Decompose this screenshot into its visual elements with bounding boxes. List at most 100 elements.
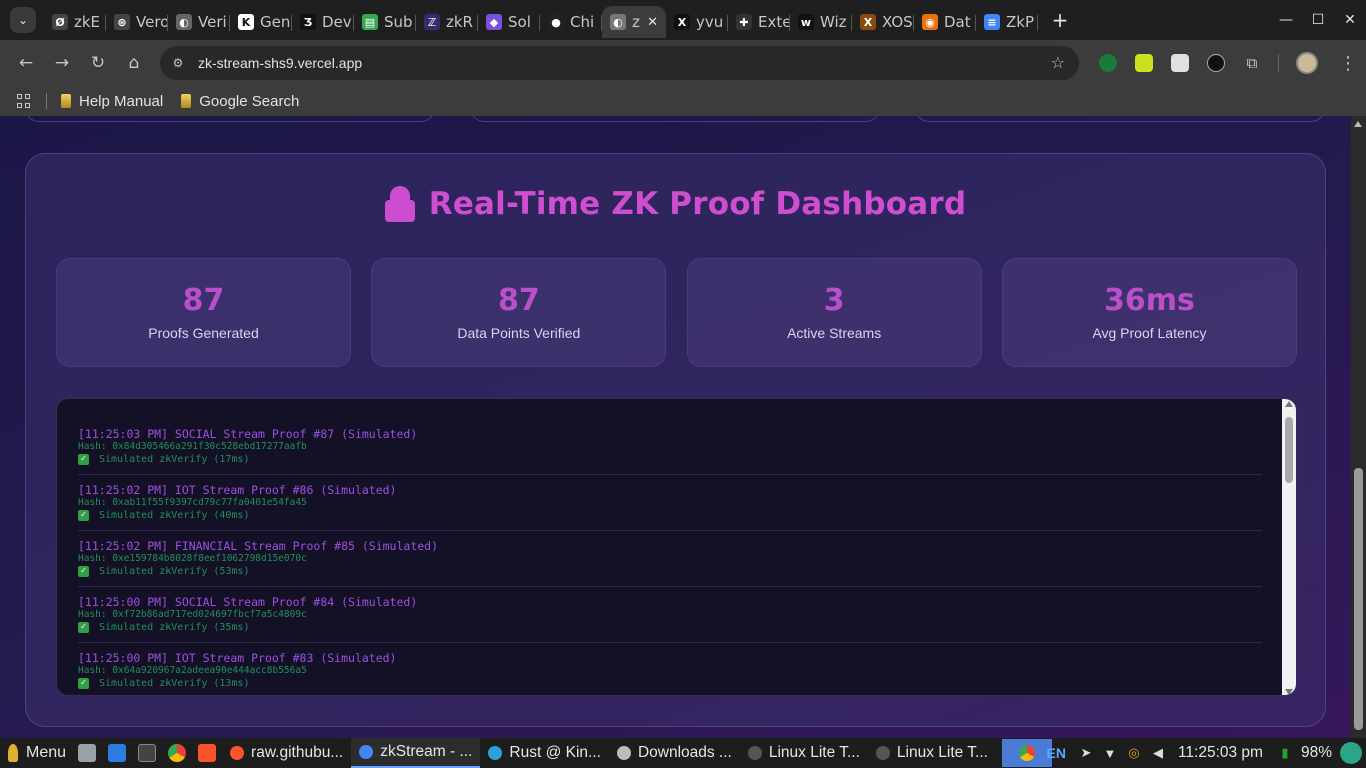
log-entry-hash: Hash: 0x84d305466a291f30c528ebd17277aafb <box>78 441 307 452</box>
browser-tab[interactable]: ≡ ZkP <box>976 6 1038 38</box>
minimize-button[interactable]: — <box>1270 0 1302 40</box>
log-scrollbar[interactable] <box>1282 399 1296 695</box>
battery-icon[interactable]: ▮ <box>1277 745 1293 760</box>
scroll-up-icon[interactable] <box>1285 401 1293 407</box>
tab-favicon-icon: ◐ <box>176 14 192 30</box>
more-menu-icon[interactable]: ⋮ <box>1339 53 1357 74</box>
start-menu-button[interactable]: Menu <box>8 744 66 762</box>
close-window-button[interactable]: ✕ <box>1334 0 1366 40</box>
tab-title: z <box>632 13 640 31</box>
browser-tab[interactable]: ▤ Sub <box>354 6 416 38</box>
chrome-window-button[interactable] <box>1001 739 1052 767</box>
log-entry-status: ✓ Simulated zkVerify (53ms) <box>78 565 1262 578</box>
page-scrollbar[interactable] <box>1351 116 1366 738</box>
browser-tab[interactable]: ⊛ Vero <box>106 6 168 38</box>
log-entry-status-text: Simulated zkVerify (35ms) <box>99 622 250 633</box>
bookmark-help-manual[interactable]: Help Manual <box>61 93 163 110</box>
taskbar-task[interactable]: Linux Lite T... <box>868 738 996 768</box>
clock[interactable]: 11:25:03 pm <box>1178 744 1263 762</box>
tab-favicon-icon: ◉ <box>922 14 938 30</box>
puzzle-icon[interactable]: ⧉ <box>1243 54 1261 72</box>
log-entry-hash: Hash: 0xe159784b8028f8eef1062798d15e070c <box>78 553 307 564</box>
scroll-thumb[interactable] <box>1285 417 1293 483</box>
log-entry-hash: Hash: 0xab11f55f9397cd79c77fa0401e54fa45 <box>78 497 307 508</box>
task-label: Rust @ Kin... <box>509 744 601 761</box>
scroll-down-icon[interactable] <box>1285 689 1293 695</box>
browser-tab[interactable]: ◉ Dat <box>914 6 976 38</box>
bookmark-star-icon[interactable]: ☆ <box>1051 53 1065 72</box>
dashboard-header: Real-Time ZK Proof Dashboard <box>26 186 1325 222</box>
browser-tab[interactable]: Xyvu <box>666 6 728 38</box>
task-app-icon <box>875 746 890 760</box>
keyboard-layout[interactable]: EN <box>1046 745 1065 761</box>
taskbar-task[interactable]: zkStream - ... <box>351 738 481 768</box>
tab-favicon-icon: ℤ <box>424 14 440 30</box>
log-entry-status-text: Simulated zkVerify (40ms) <box>99 510 250 521</box>
log-entry-header: [11:25:00 PM] IOT Stream Proof #83 (Simu… <box>78 651 397 665</box>
extension-icon[interactable] <box>1099 54 1117 72</box>
tab-title: Sub <box>384 13 413 31</box>
tab-favicon-icon: w <box>798 14 814 30</box>
browser-tab[interactable]: ✚ Exte <box>728 6 790 38</box>
toolbar-divider <box>1278 54 1279 72</box>
tab-close-icon[interactable]: ✕ <box>647 15 658 30</box>
extension-icon[interactable] <box>1207 54 1225 72</box>
scroll-up-icon[interactable] <box>1354 121 1362 127</box>
url-text[interactable]: zk-stream-shs9.vercel.app <box>198 55 362 71</box>
site-info-icon[interactable]: ⚙ <box>168 53 188 73</box>
update-icon[interactable]: ◎ <box>1126 745 1142 760</box>
extension-icon[interactable] <box>1171 54 1189 72</box>
browser-tab[interactable]: ◆ Sol <box>478 6 540 38</box>
log-entry-status: ✓ Simulated zkVerify (40ms) <box>78 509 1262 522</box>
new-tab-button[interactable]: + <box>1048 8 1072 32</box>
chrome-icon[interactable] <box>168 744 187 762</box>
arrow-right-icon: → <box>54 53 70 73</box>
address-bar[interactable]: ⚙ zk-stream-shs9.vercel.app ☆ <box>160 46 1079 80</box>
tab-title: yvu <box>696 13 724 31</box>
tab-search-button[interactable]: ⌄ <box>10 7 36 33</box>
reload-button[interactable]: ↻ <box>80 45 116 81</box>
home-icon: ⌂ <box>128 53 140 73</box>
desktop-icon[interactable] <box>108 744 127 762</box>
wifi-icon[interactable]: ▼ <box>1102 746 1118 761</box>
back-button[interactable]: ← <box>8 45 44 81</box>
extensions-area: ⧉ ⋮ <box>1090 48 1357 78</box>
forward-button[interactable]: → <box>44 45 80 81</box>
taskbar-task[interactable]: raw.githubu... <box>222 738 351 768</box>
taskbar-task[interactable]: Downloads ... <box>609 738 740 768</box>
network-status-icon[interactable] <box>1340 742 1362 764</box>
browser-tab[interactable]: X XOS <box>852 6 914 38</box>
browser-tab[interactable]: w Wiz <box>790 6 852 38</box>
taskbar-task[interactable]: Rust @ Kin... <box>480 738 609 768</box>
proof-log[interactable]: [11:25:03 PM] SOCIAL Stream Proof #87 (S… <box>56 398 1297 696</box>
stat-card-proofs-generated: 87 Proofs Generated <box>56 258 351 367</box>
brave-icon[interactable] <box>198 744 217 762</box>
browser-tab[interactable]: ℤzkR <box>416 6 478 38</box>
profile-avatar[interactable] <box>1296 52 1318 74</box>
browser-tab[interactable]: ● Chi <box>540 6 602 38</box>
terminal-icon[interactable] <box>138 744 157 762</box>
file-manager-icon[interactable] <box>78 744 97 762</box>
tab-title: XOS <box>882 13 913 31</box>
telegram-icon[interactable]: ➤ <box>1078 745 1094 760</box>
browser-tab[interactable]: Ʒ Dev <box>292 6 354 38</box>
log-entry-header: [11:25:00 PM] SOCIAL Stream Proof #84 (S… <box>78 595 418 609</box>
volume-icon[interactable]: ◀ <box>1150 745 1166 760</box>
maximize-button[interactable]: ☐ <box>1302 0 1334 40</box>
tab-favicon-icon: X <box>674 14 690 30</box>
bookmark-google-search[interactable]: Google Search <box>181 93 299 110</box>
tab-active[interactable]: ◐ z ✕ <box>602 6 666 38</box>
tab-favicon-icon: ◆ <box>486 14 502 30</box>
extension-icon[interactable] <box>1135 54 1153 72</box>
home-button[interactable]: ⌂ <box>116 45 152 81</box>
apps-grid-icon[interactable] <box>17 94 31 108</box>
log-entry-hash: Hash: 0xf72b86ad717ed024697fbcf7a5c4809c <box>78 609 307 620</box>
scroll-thumb[interactable] <box>1354 468 1363 730</box>
browser-tab[interactable]: ◐ Veri <box>168 6 230 38</box>
browser-tab[interactable]: ØzkE <box>44 6 106 38</box>
log-entry-status-text: Simulated zkVerify (17ms) <box>99 454 250 465</box>
taskbar-task[interactable]: Linux Lite T... <box>740 738 868 768</box>
task-app-icon <box>616 746 631 760</box>
log-entry-status-text: Simulated zkVerify (13ms) <box>99 678 250 689</box>
browser-tab[interactable]: K Gen <box>230 6 292 38</box>
